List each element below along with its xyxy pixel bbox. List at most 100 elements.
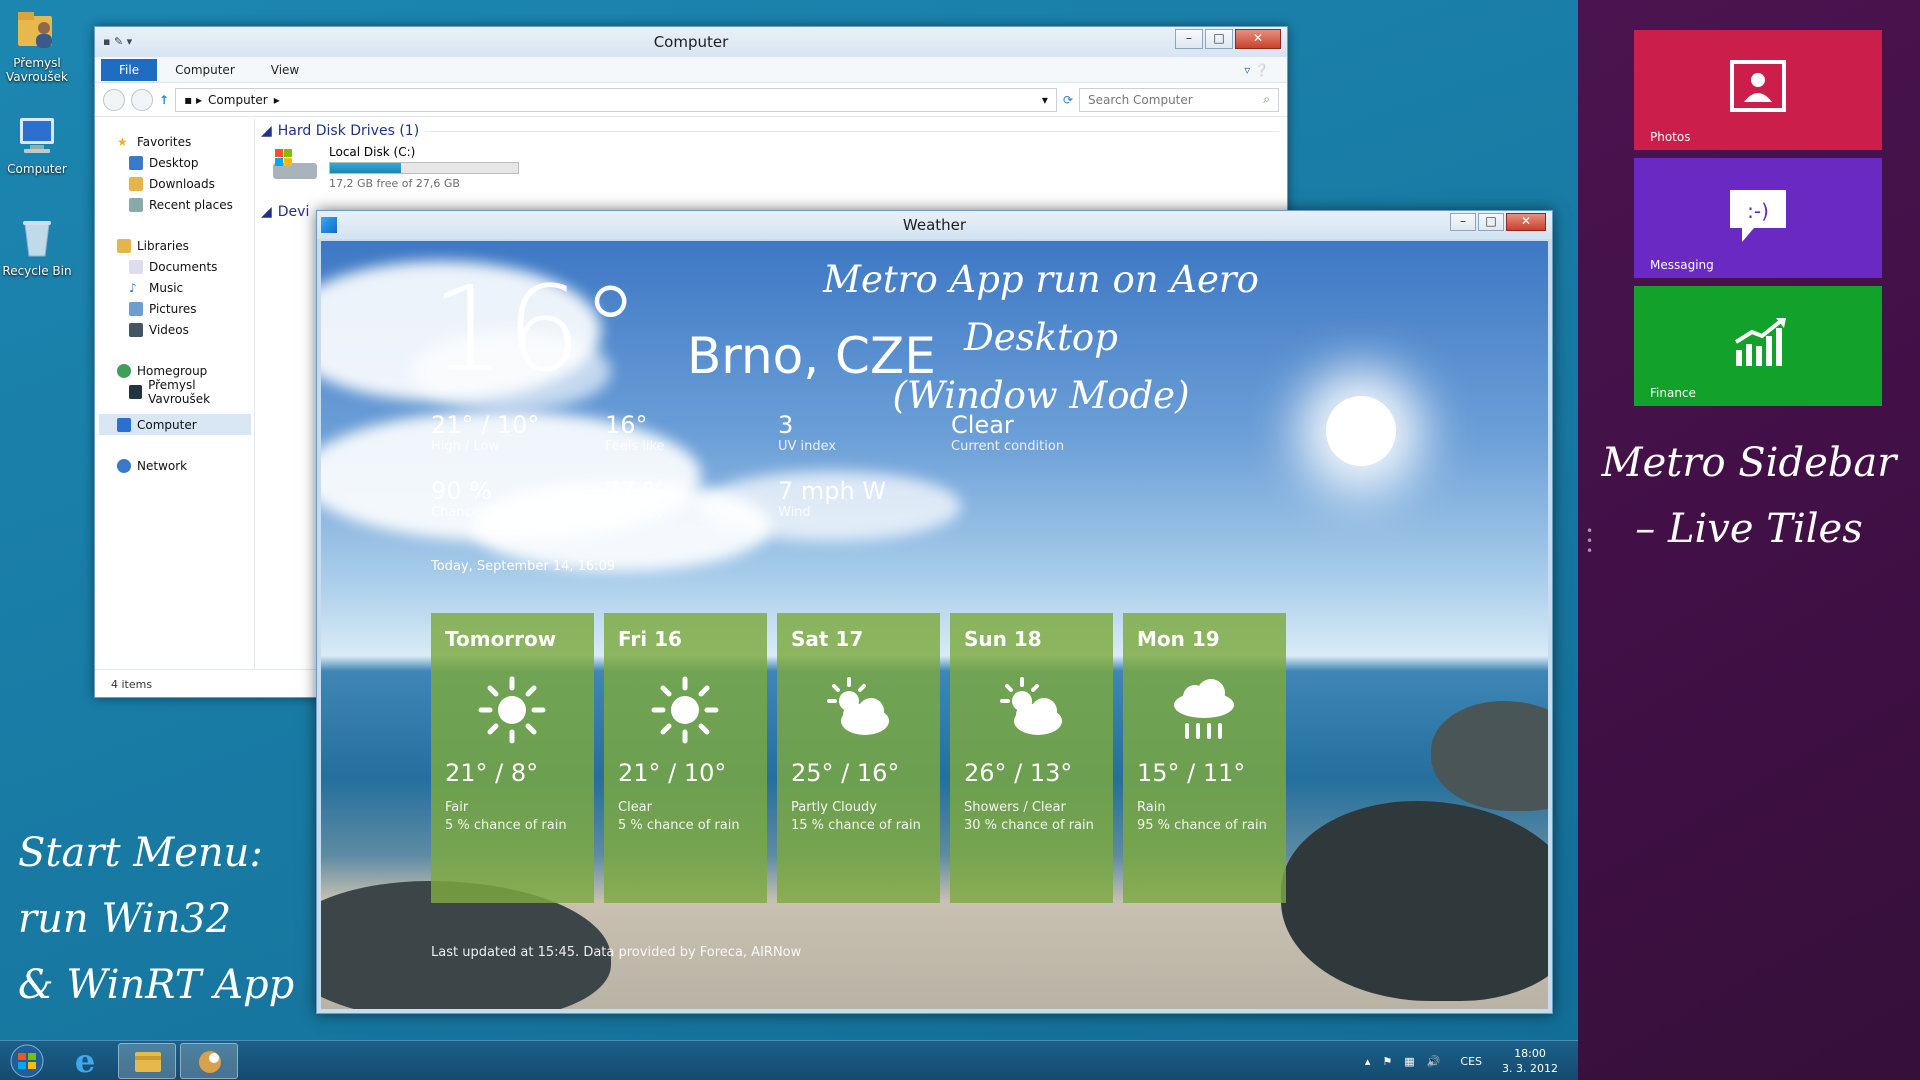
nav-computer[interactable]: Computer	[99, 414, 251, 435]
explorer-content: ◢ Hard Disk Drives (1) Local Disk (C:) 17…	[261, 123, 1279, 220]
libraries-icon	[117, 238, 131, 253]
desktop-icon-label: Computer	[7, 162, 67, 176]
tile-messaging[interactable]: :-) Messaging	[1634, 158, 1882, 278]
sidebar-grip-handle[interactable]: • • •	[1586, 525, 1593, 557]
forecast-card[interactable]: Tomorrow 21° / 8° Fair 5 % chance of rain	[431, 613, 594, 903]
forecast-card[interactable]: Fri 16 21° / 10° Clear 5 % chance of rain	[604, 613, 767, 903]
forecast-day: Mon 19	[1137, 627, 1220, 651]
language-indicator[interactable]: CES	[1460, 1055, 1482, 1068]
hard-drive-icon	[273, 149, 317, 179]
refresh-icon[interactable]: ⟳	[1063, 93, 1073, 107]
sun-icon	[478, 676, 546, 744]
nav-label: Network	[137, 458, 188, 473]
desktop-icon-user-folder[interactable]: Přemysl Vavroušek	[0, 6, 74, 84]
nav-user[interactable]: Přemysl Vavroušek	[117, 378, 254, 406]
nav-music[interactable]: ♪ Music	[117, 277, 254, 298]
back-button[interactable]	[103, 88, 125, 111]
forecast-condition: Showers / Clear	[964, 800, 1066, 815]
recent-places-icon	[129, 197, 143, 212]
annotation-line: run Win32	[18, 896, 232, 942]
address-segment[interactable]: Computer	[208, 93, 268, 107]
network-icon[interactable]: ▦	[1404, 1055, 1414, 1068]
search-icon[interactable]: ⌕	[1263, 92, 1270, 107]
annotation-line: Metro App run on Aero Desktop	[823, 258, 1259, 359]
weather-titlebar[interactable]: Weather – □ ✕	[317, 211, 1552, 239]
forward-button[interactable]	[131, 88, 153, 111]
chevron-right-icon[interactable]: ▸	[274, 93, 280, 107]
ribbon-tab-file[interactable]: File	[101, 58, 158, 81]
nav-desktop[interactable]: Desktop	[117, 152, 254, 173]
nav-label: Přemysl Vavroušek	[148, 377, 211, 406]
homegroup-icon	[117, 363, 131, 378]
metro-annotation: Metro App run on Aero Desktop (Window Mo…	[741, 251, 1341, 425]
minimize-button[interactable]: –	[1175, 29, 1203, 49]
forecast-card[interactable]: Sun 18 26° / 13° Showers / Clear 30 % cha…	[950, 613, 1113, 903]
nav-label: Computer	[137, 417, 197, 432]
clock[interactable]: 18:00 3. 3. 2012	[1502, 1046, 1558, 1076]
forecast-card[interactable]: Sat 17 25° / 16° Partly Cloudy 15 % chanc…	[777, 613, 940, 903]
forecast-temps: 25° / 16°	[791, 759, 900, 787]
nav-libraries[interactable]: Libraries	[117, 235, 254, 256]
metro-sidebar: Photos :-) Messaging Finance Metro Sideb…	[1578, 0, 1920, 1080]
nav-recent-places[interactable]: Recent places	[117, 194, 254, 215]
close-button[interactable]: ✕	[1506, 213, 1546, 231]
data-provider-footer: Last updated at 15:45. Data provided by …	[431, 945, 802, 960]
collapse-icon[interactable]: ◢	[261, 123, 272, 139]
forecast-day: Sun 18	[964, 627, 1042, 651]
explorer-titlebar[interactable]: ▪ ✎ ▾ Computer – □ ✕	[95, 27, 1287, 57]
nav-label: Music	[149, 280, 184, 295]
nav-documents[interactable]: Documents	[117, 256, 254, 277]
action-center-flag-icon[interactable]: ⚑	[1382, 1055, 1392, 1068]
desktop-icon-recycle-bin[interactable]: Recycle Bin	[0, 214, 74, 278]
minimize-button[interactable]: –	[1450, 213, 1476, 231]
group-hard-disk-drives[interactable]: ◢ Hard Disk Drives (1)	[261, 123, 1279, 139]
nav-pictures[interactable]: Pictures	[117, 298, 254, 319]
tile-finance[interactable]: Finance	[1634, 286, 1882, 406]
navigation-pane: ★ Favorites Desktop Downloads Recent plac…	[95, 119, 255, 669]
forecast-card[interactable]: Mon 19 15° / 11° Rain 95 % chance of rain	[1123, 613, 1286, 903]
maximize-button[interactable]: □	[1205, 29, 1233, 49]
nav-label: Videos	[149, 322, 189, 337]
desktop-icon-computer[interactable]: Computer	[0, 112, 74, 176]
drive-local-disk-c[interactable]: Local Disk (C:) 17,2 GB free of 27,6 GB	[271, 145, 1279, 190]
address-bar[interactable]: ▪ ▸ Computer ▸ ▾	[175, 87, 1057, 112]
show-hidden-icons[interactable]: ▴	[1365, 1055, 1371, 1068]
computer-small-icon: ▪ ▸	[184, 92, 203, 107]
search-input[interactable]: Search Computer ⌕	[1079, 87, 1279, 112]
up-arrow-icon[interactable]: ↑	[159, 93, 169, 107]
detail-label: UV index	[778, 439, 837, 454]
detail-value: 90 %	[431, 477, 492, 505]
taskbar-weather-app[interactable]	[180, 1043, 238, 1079]
nav-label: Homegroup	[137, 363, 208, 378]
nav-network[interactable]: Network	[117, 455, 254, 476]
nav-videos[interactable]: Videos	[117, 319, 254, 340]
rain-icon	[1174, 679, 1234, 739]
quick-access-toolbar[interactable]: ▪ ✎ ▾	[103, 27, 132, 57]
weather-window: Weather – □ ✕ 16° Brno, CZE Metro App ru…	[316, 210, 1553, 1014]
nav-downloads[interactable]: Downloads	[117, 173, 254, 194]
nav-favorites[interactable]: ★ Favorites	[117, 131, 254, 152]
finance-chart-icon	[1734, 318, 1786, 366]
taskbar-internet-explorer[interactable]: e	[56, 1042, 114, 1080]
chevron-down-icon[interactable]: ▾	[1042, 93, 1048, 107]
forecast-condition-block: Showers / Clear 30 % chance of rain	[964, 799, 1094, 835]
tile-photos[interactable]: Photos	[1634, 30, 1882, 150]
close-button[interactable]: ✕	[1235, 29, 1281, 49]
ribbon-tab-computer[interactable]: Computer	[157, 63, 253, 77]
maximize-button[interactable]: □	[1478, 213, 1504, 231]
help-icon[interactable]: ▿ ❔	[1226, 63, 1287, 77]
windows-orb-icon	[10, 1044, 44, 1078]
detail-wind: 7 mph W Wind	[778, 477, 886, 521]
start-button[interactable]	[2, 1043, 52, 1079]
user-icon	[129, 384, 143, 399]
detail-uv-index: 3 UV index	[778, 411, 836, 455]
forecast-rain: 95 % chance of rain	[1137, 818, 1267, 833]
collapse-icon[interactable]: ◢	[261, 204, 272, 220]
volume-icon[interactable]: 🔊	[1427, 1055, 1441, 1068]
ribbon-tab-view[interactable]: View	[253, 63, 317, 77]
taskbar-file-explorer[interactable]	[118, 1043, 176, 1079]
drive-usage-fill	[330, 163, 401, 173]
detail-condition: Clear Current condition	[951, 411, 1064, 455]
recycle-bin-icon	[14, 214, 60, 260]
internet-explorer-icon: e	[75, 1042, 95, 1080]
